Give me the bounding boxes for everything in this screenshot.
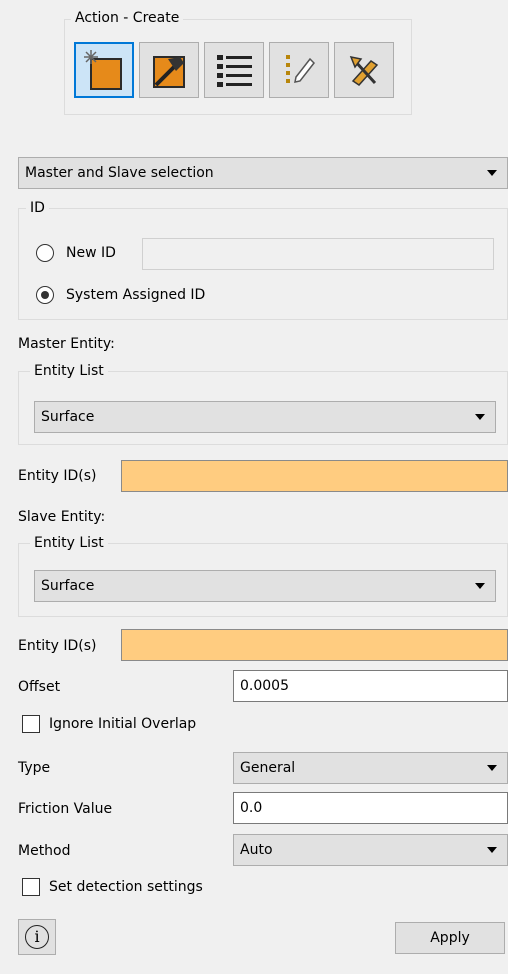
new-id-radio[interactable] [36, 244, 54, 262]
chevron-down-icon [475, 583, 485, 589]
info-button[interactable]: i [18, 919, 56, 955]
create-tool-button[interactable] [74, 42, 134, 98]
selection-mode-dropdown[interactable]: Master and Slave selection [18, 157, 508, 189]
modify-icon [153, 56, 185, 88]
method-dropdown[interactable]: Auto [233, 834, 508, 866]
edit-list-tool-button[interactable] [269, 42, 329, 98]
edit-list-icon [286, 55, 315, 83]
ignore-initial-overlap-checkbox[interactable] [22, 715, 40, 733]
chevron-down-icon [475, 414, 485, 420]
id-group-title: ID [26, 199, 49, 217]
modify-tool-button[interactable] [139, 42, 199, 98]
master-entity-list-title: Entity List [30, 362, 108, 380]
chevron-down-icon [487, 170, 497, 176]
list-tool-button[interactable] [204, 42, 264, 98]
chevron-down-icon [487, 765, 497, 771]
slave-entity-type-dropdown[interactable]: Surface [34, 570, 496, 602]
master-entity-type-dropdown[interactable]: Surface [34, 401, 496, 433]
new-id-input[interactable] [142, 238, 494, 270]
offset-label: Offset [18, 679, 61, 695]
type-label: Type [18, 760, 51, 776]
method-value: Auto [240, 842, 273, 858]
slave-entity-ids-label: Entity ID(s) [18, 638, 97, 654]
slave-entity-type-value: Surface [41, 578, 95, 594]
type-dropdown[interactable]: General [233, 752, 508, 784]
master-entity-ids-input[interactable] [121, 460, 508, 492]
create-icon [84, 50, 122, 90]
set-detection-settings-label: Set detection settings [49, 879, 203, 895]
info-icon: i [25, 925, 49, 949]
ignore-initial-overlap-label: Ignore Initial Overlap [49, 716, 197, 732]
slave-entity-list-title: Entity List [30, 534, 108, 552]
list-icon [217, 55, 252, 87]
offset-input[interactable]: 0.0005 [233, 670, 508, 702]
master-entity-ids-label: Entity ID(s) [18, 468, 97, 484]
master-entity-heading: Master Entity: [18, 336, 115, 352]
delete-icon [349, 55, 379, 86]
slave-entity-ids-input[interactable] [121, 629, 508, 661]
friction-value-input[interactable]: 0.0 [233, 792, 508, 824]
type-value: General [240, 760, 296, 776]
slave-entity-heading: Slave Entity: [18, 509, 106, 525]
radio-selected-dot [40, 290, 49, 299]
set-detection-settings-checkbox[interactable] [22, 878, 40, 896]
chevron-down-icon [487, 847, 497, 853]
method-label: Method [18, 843, 71, 859]
master-entity-type-value: Surface [41, 409, 95, 425]
selection-mode-value: Master and Slave selection [25, 165, 214, 181]
apply-button[interactable]: Apply [395, 922, 505, 954]
new-id-label: New ID [66, 245, 116, 261]
action-group-title: Action - Create [71, 9, 184, 27]
system-assigned-id-label: System Assigned ID [66, 287, 206, 303]
delete-tool-button[interactable] [334, 42, 394, 98]
friction-value-label: Friction Value [18, 801, 113, 817]
system-assigned-id-radio[interactable] [36, 286, 54, 304]
